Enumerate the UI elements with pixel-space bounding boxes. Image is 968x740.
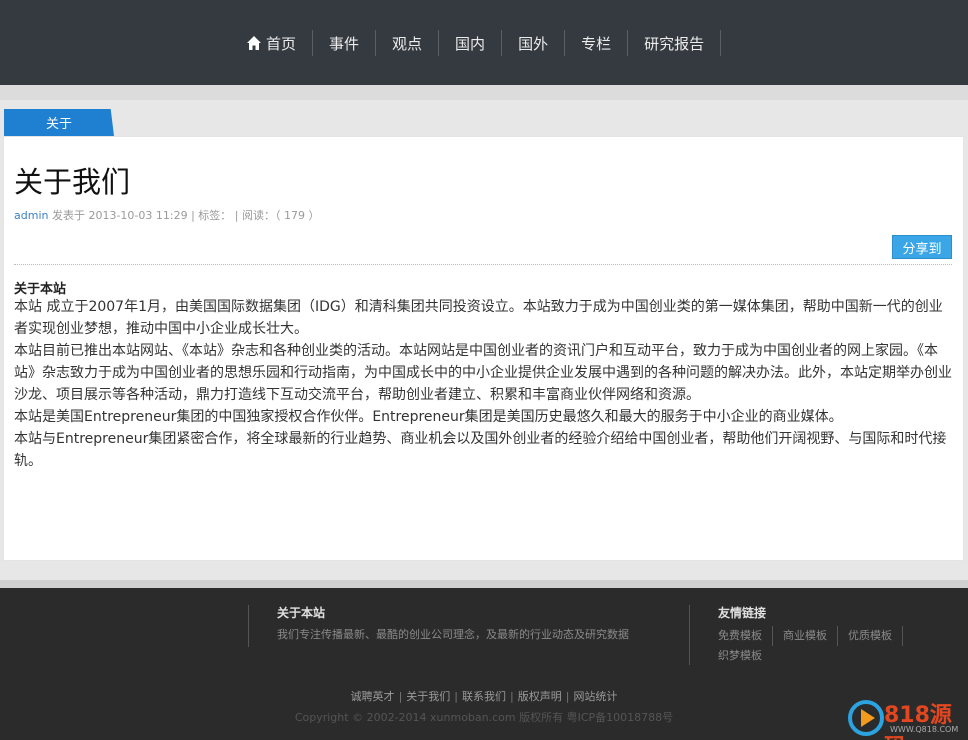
watermark-logo: 818源码 WWW.Q818.COM: [846, 697, 966, 740]
nav-item-label: 国内: [455, 34, 486, 53]
watermark-sub: WWW.Q818.COM: [890, 725, 959, 734]
share-button[interactable]: 分享到: [892, 235, 952, 259]
article-card: 关于我们 admin 发表于 2013-10-03 11:29 | 标签： | …: [3, 136, 964, 561]
footer-link-jobs[interactable]: 诚聘英才: [347, 690, 399, 703]
paragraph: 本站与Entrepreneur集团紧密合作，将全球最新的行业趋势、商业机会以及国…: [14, 431, 947, 469]
section-title: 关于本站: [14, 282, 67, 297]
play-logo-icon: [848, 700, 884, 736]
footer-bottom: 诚聘英才 | 关于我们 | 联系我们 | 版权声明 | 网站统计 Copyright © 200…: [0, 688, 968, 725]
tab-about[interactable]: 关于: [4, 109, 114, 136]
main-nav: 首页 事件 观点 国内 国外 专栏 研究报告: [240, 30, 722, 56]
author-link[interactable]: admin: [14, 209, 48, 222]
header-strip: [0, 85, 968, 100]
paragraph: 本站目前已推出本站网站、《本站》杂志和各种创业类的活动。本站网站是中国创业者的资…: [14, 343, 952, 403]
nav-item-label: 国外: [518, 34, 549, 53]
article-body: 本站 成立于2007年1月，由美国国际数据集团（IDG）和清科集团共同投资设立。…: [14, 296, 954, 472]
footer-links-title: 友情链接: [718, 606, 767, 620]
nav-item-events[interactable]: 事件: [313, 30, 377, 56]
page-title: 关于我们: [14, 165, 131, 199]
friend-link[interactable]: 商业模板: [783, 626, 838, 646]
footer-bottom-links: 诚聘英才 | 关于我们 | 联系我们 | 版权声明 | 网站统计: [0, 688, 968, 704]
home-icon: [247, 36, 261, 50]
nav-item-label: 专栏: [581, 34, 612, 53]
site-footer: 关于本站 我们专注传播最新、最酷的创业公司理念，及最新的行业动态及研究数据 友情…: [0, 588, 968, 740]
footer-about-title: 关于本站: [277, 606, 326, 620]
meta-info: 发表于 2013-10-03 11:29 | 标签： | 阅读：（ 179 ）: [48, 209, 320, 222]
nav-item-opinions[interactable]: 观点: [376, 30, 440, 56]
footer-about: 关于本站 我们专注传播最新、最酷的创业公司理念，及最新的行业动态及研究数据: [248, 605, 629, 647]
nav-item-home[interactable]: 首页: [240, 30, 314, 56]
nav-item-columns[interactable]: 专栏: [565, 30, 629, 56]
nav-item-domestic[interactable]: 国内: [439, 30, 503, 56]
nav-item-label: 首页: [266, 34, 297, 53]
friend-link[interactable]: 免费模板: [718, 626, 773, 646]
nav-item-label: 研究报告: [644, 34, 705, 53]
friend-link[interactable]: 优质模板: [848, 626, 903, 646]
nav-item-foreign[interactable]: 国外: [502, 30, 566, 56]
site-header: 首页 事件 观点 国内 国外 专栏 研究报告: [0, 0, 968, 85]
nav-item-label: 事件: [329, 34, 360, 53]
nav-item-label: 观点: [392, 34, 423, 53]
footer-about-text: 我们专注传播最新、最酷的创业公司理念，及最新的行业动态及研究数据: [277, 628, 629, 641]
paragraph: 本站是美国Entrepreneur集团的中国独家授权合作伙伴。Entrepren…: [14, 409, 843, 425]
footer-link-contact[interactable]: 联系我们: [458, 690, 510, 703]
divider: [14, 264, 952, 265]
copyright-text: Copyright © 2002-2014 xunmoban.com 版权所有 …: [294, 711, 674, 724]
nav-item-reports[interactable]: 研究报告: [628, 30, 722, 56]
footer-link-about[interactable]: 关于我们: [402, 690, 454, 703]
friend-link[interactable]: 织梦模板: [718, 646, 772, 666]
article-meta: admin 发表于 2013-10-03 11:29 | 标签： | 阅读：（ …: [14, 207, 319, 223]
footer-links-list: 免费模板 商业模板 优质模板 织梦模板: [718, 626, 938, 666]
footer-strip: [0, 580, 968, 588]
footer-link-stats[interactable]: 网站统计: [569, 690, 621, 703]
footer-link-copyright[interactable]: 版权声明: [514, 690, 566, 703]
paragraph: 本站 成立于2007年1月，由美国国际数据集团（IDG）和清科集团共同投资设立。…: [14, 299, 943, 337]
footer-friend-links: 友情链接 免费模板 商业模板 优质模板 织梦模板: [689, 605, 949, 665]
